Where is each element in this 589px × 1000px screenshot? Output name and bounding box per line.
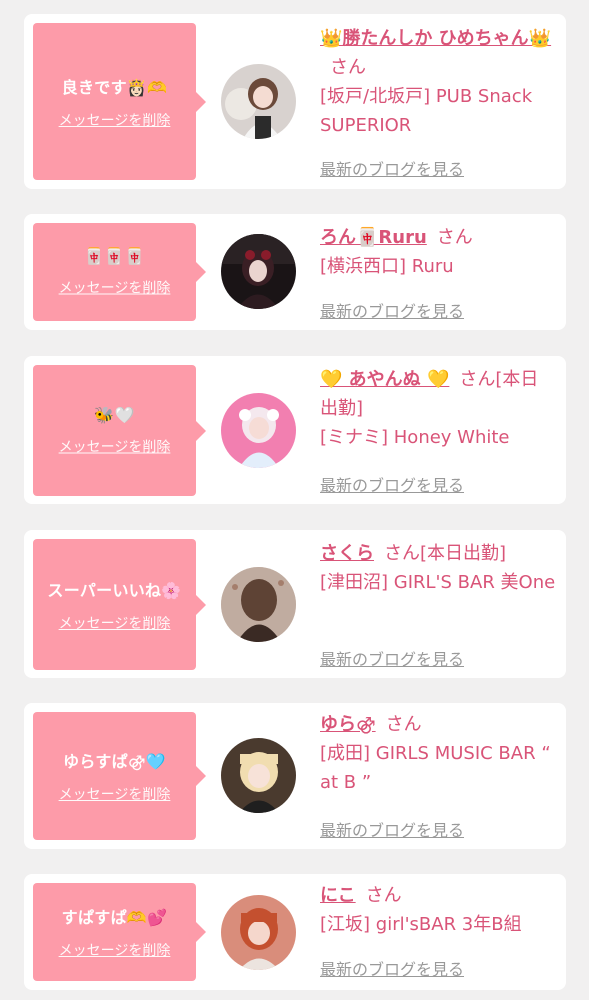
- honorific: さん: [365, 885, 402, 906]
- profile-info: さくら さん[本日出勤] [津田沼] GIRL'S BAR 美One: [320, 539, 556, 597]
- profile-name-link[interactable]: ゆら⚣: [320, 714, 376, 735]
- user-card: 良きです👸🏻🫶 メッセージを削除 👑勝たんしか ひめちゃん👑 さん [坂戸/北坂戸…: [24, 14, 566, 189]
- honorific: さん: [385, 714, 422, 735]
- delete-message-link[interactable]: メッセージを削除: [59, 278, 171, 298]
- shop-name: [横浜西口] Ruru: [320, 256, 454, 277]
- message-bubble: すぱすぱ🫶💕 メッセージを削除: [33, 883, 206, 981]
- latest-blog-link[interactable]: 最新のブログを見る: [320, 298, 464, 322]
- honorific: さん: [436, 227, 473, 248]
- honorific: さん[本日出勤]: [384, 543, 507, 564]
- message-text: ゆらすぱ⚣🩵: [63, 752, 166, 771]
- delete-message-link[interactable]: メッセージを削除: [59, 784, 171, 804]
- message-text: スーパーいいね🌸: [47, 580, 182, 600]
- profile-info: 💛 あやんぬ 💛 さん[本日出勤] [ミナミ] Honey White: [320, 365, 556, 452]
- message-text: すぱすぱ🫶💕: [61, 908, 168, 927]
- latest-blog-link[interactable]: 最新のブログを見る: [320, 817, 464, 841]
- user-card: ゆらすぱ⚣🩵 メッセージを削除 ゆら⚣ さん [成田] GIRLS MUSIC B…: [24, 703, 566, 849]
- profile-name-link[interactable]: 💛 あやんぬ 💛: [320, 369, 449, 390]
- honorific: さん: [330, 57, 366, 78]
- delete-message-link[interactable]: メッセージを削除: [59, 110, 171, 130]
- latest-blog-link[interactable]: 最新のブログを見る: [320, 956, 464, 980]
- latest-blog-link[interactable]: 最新のブログを見る: [320, 156, 464, 180]
- avatar[interactable]: [221, 567, 296, 642]
- avatar[interactable]: [221, 895, 296, 970]
- user-card: スーパーいいね🌸 メッセージを削除 さくら さん[本日出勤] [津田沼] GIRL…: [24, 530, 566, 678]
- user-card: 🐝🤍 メッセージを削除 💛 あやんぬ 💛 さん[本日出勤] [ミナミ] Honey…: [24, 356, 566, 504]
- message-bubble: 🀄🀄🀄 メッセージを削除: [33, 223, 206, 321]
- message-bubble: 🐝🤍 メッセージを削除: [33, 365, 206, 496]
- shop-name: [坂戸/北坂戸] PUB Snack SUPERIOR: [320, 86, 533, 136]
- message-text: 🐝🤍: [94, 405, 135, 424]
- profile-info: ゆら⚣ さん [成田] GIRLS MUSIC BAR “ at B ”: [320, 710, 556, 797]
- message-text: 良きです👸🏻🫶: [61, 77, 168, 97]
- message-bubble: スーパーいいね🌸 メッセージを削除: [33, 539, 206, 670]
- user-card: すぱすぱ🫶💕 メッセージを削除 にこ さん [江坂] girl'sBAR 3年B組…: [24, 874, 566, 990]
- shop-name: [ミナミ] Honey White: [320, 427, 510, 448]
- profile-name-link[interactable]: 👑勝たんしか ひめちゃん👑: [320, 28, 551, 49]
- profile-name-link[interactable]: にこ: [320, 885, 356, 906]
- profile-info: ろん🀄Ruru さん [横浜西口] Ruru: [320, 223, 556, 281]
- avatar[interactable]: [221, 234, 296, 309]
- shop-name: [成田] GIRLS MUSIC BAR “ at B ”: [320, 743, 551, 793]
- avatar[interactable]: [221, 64, 296, 139]
- delete-message-link[interactable]: メッセージを削除: [59, 940, 171, 960]
- profile-info: 👑勝たんしか ひめちゃん👑 さん [坂戸/北坂戸] PUB Snack SUPER…: [320, 24, 556, 140]
- profile-name-link[interactable]: ろん🀄Ruru: [320, 227, 427, 248]
- latest-blog-link[interactable]: 最新のブログを見る: [320, 472, 464, 496]
- avatar[interactable]: [221, 738, 296, 813]
- avatar[interactable]: [221, 393, 296, 468]
- message-bubble: ゆらすぱ⚣🩵 メッセージを削除: [33, 712, 206, 840]
- message-bubble: 良きです👸🏻🫶 メッセージを削除: [33, 23, 206, 180]
- delete-message-link[interactable]: メッセージを削除: [59, 613, 171, 633]
- shop-name: [江坂] girl'sBAR 3年B組: [320, 914, 522, 935]
- user-card: 🀄🀄🀄 メッセージを削除 ろん🀄Ruru さん [横浜西口] Ruru 最新のブロ…: [24, 214, 566, 330]
- profile-name-link[interactable]: さくら: [320, 543, 374, 564]
- latest-blog-link[interactable]: 最新のブログを見る: [320, 646, 464, 670]
- message-text: 🀄🀄🀄: [84, 246, 145, 266]
- profile-info: にこ さん [江坂] girl'sBAR 3年B組: [320, 881, 556, 939]
- delete-message-link[interactable]: メッセージを削除: [59, 436, 171, 456]
- shop-name: [津田沼] GIRL'S BAR 美One: [320, 572, 556, 593]
